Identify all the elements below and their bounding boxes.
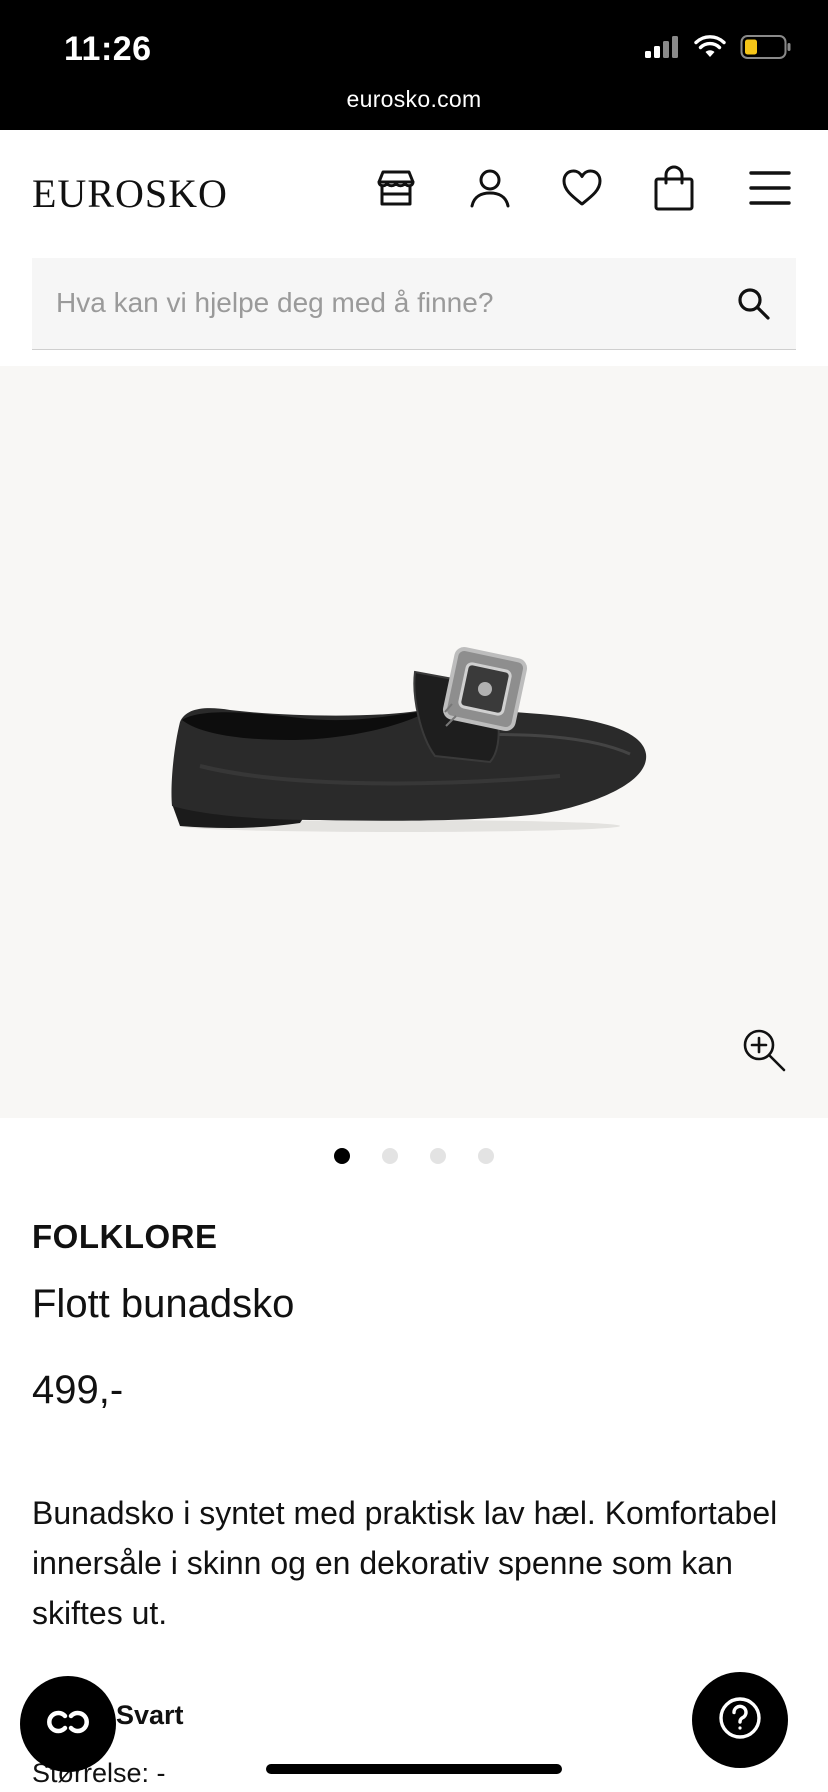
- carousel-dot-2[interactable]: [382, 1148, 398, 1164]
- chat-link-icon: [43, 1709, 93, 1740]
- product-brand[interactable]: FOLKLORE: [32, 1218, 217, 1256]
- search-bar: [32, 258, 796, 350]
- status-icons: [644, 34, 792, 65]
- search-input[interactable]: [56, 258, 716, 348]
- product-name: Flott bunadsko: [32, 1282, 295, 1326]
- url-bar[interactable]: eurosko.com: [0, 86, 828, 113]
- heart-icon[interactable]: [558, 164, 606, 212]
- brand-logo[interactable]: EUROSKO: [32, 170, 228, 217]
- carousel-dot-3[interactable]: [430, 1148, 446, 1164]
- store-icon[interactable]: [372, 164, 420, 212]
- status-time: 11:26: [64, 30, 152, 68]
- battery-icon: [740, 34, 792, 65]
- menu-icon[interactable]: [746, 164, 794, 212]
- site-header: EUROSKO: [0, 130, 828, 256]
- help-button[interactable]: [692, 1672, 788, 1768]
- account-icon[interactable]: [466, 164, 514, 212]
- home-indicator: [266, 1764, 562, 1774]
- wifi-icon: [694, 35, 726, 64]
- status-bar: 11:26 eurosko.com: [0, 0, 828, 130]
- product-image: [160, 636, 660, 841]
- product-description: Bunadsko i syntet med praktisk lav hæl. …: [32, 1495, 778, 1631]
- product-color: Svart: [116, 1700, 184, 1730]
- carousel-dot-4[interactable]: [478, 1148, 494, 1164]
- help-icon: [717, 1695, 763, 1746]
- carousel-dot-1[interactable]: [334, 1148, 350, 1164]
- search-icon[interactable]: [734, 284, 774, 324]
- zoom-in-icon[interactable]: [740, 1026, 788, 1074]
- product-image-gallery[interactable]: [0, 366, 828, 1118]
- carousel-dots: [0, 1148, 828, 1164]
- signal-icon: [644, 35, 680, 64]
- chat-link-button[interactable]: [20, 1676, 116, 1772]
- bag-icon[interactable]: [650, 164, 698, 212]
- product-price: 499,-: [32, 1368, 124, 1412]
